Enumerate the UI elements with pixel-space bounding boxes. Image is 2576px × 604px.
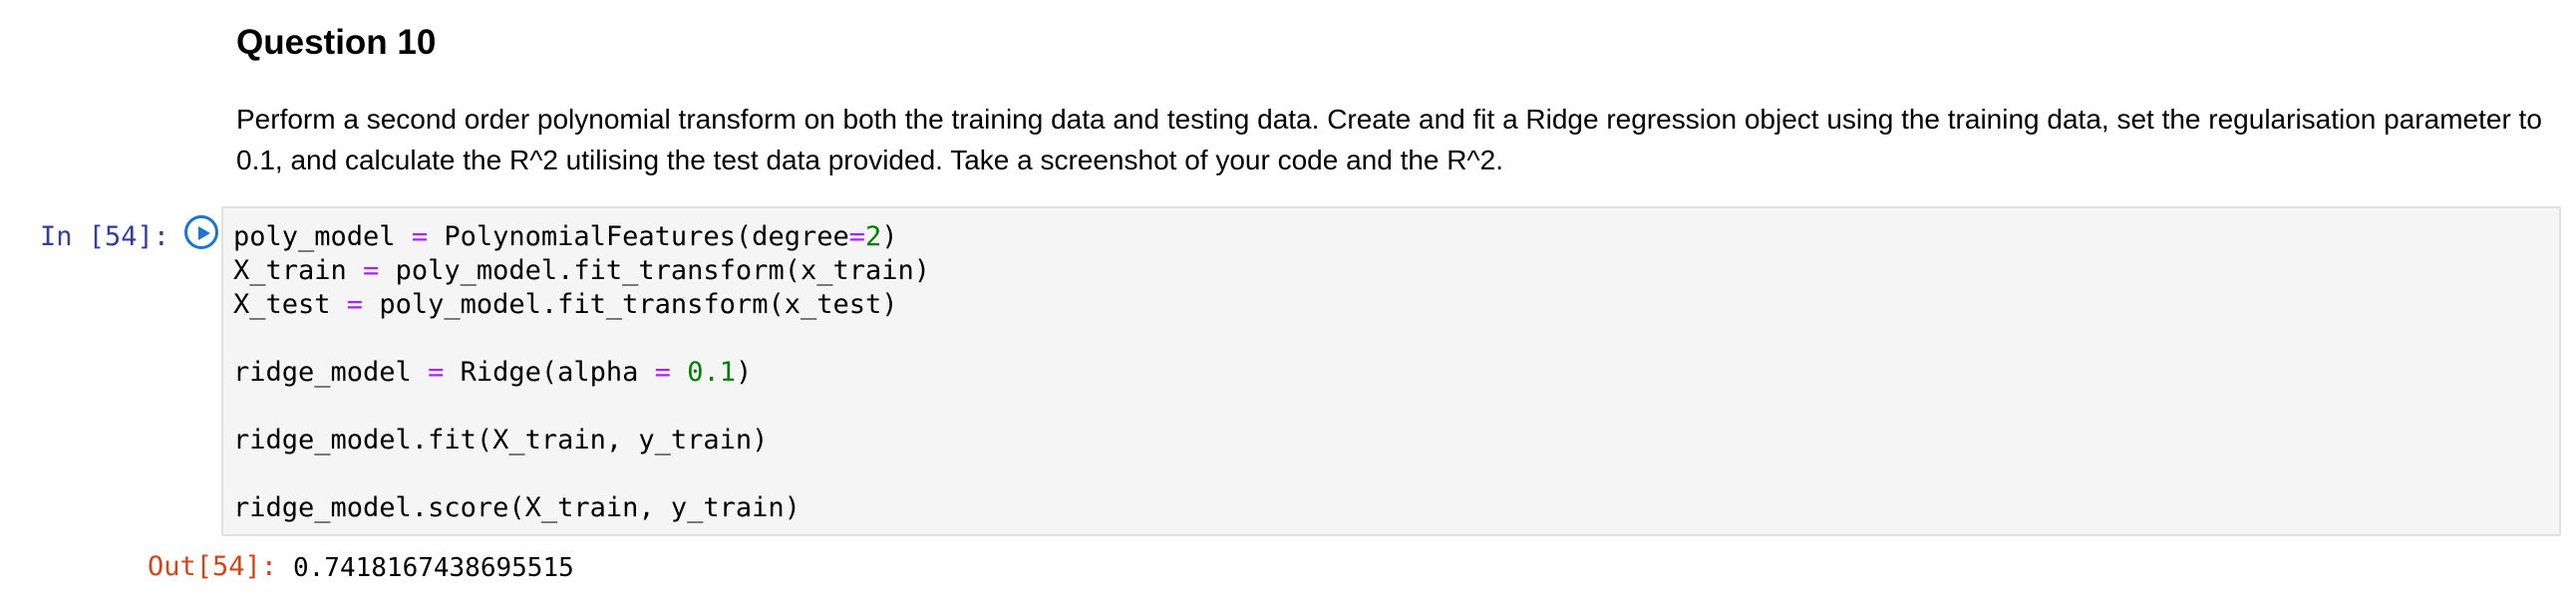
output-prompt: Out[54]: <box>148 551 278 582</box>
code-line-2: X_train = poly_model.fit_transform(x_tra… <box>233 255 930 286</box>
input-prompt: In [54]: <box>40 221 170 252</box>
play-icon <box>198 226 210 240</box>
markdown-cell: Question 10 Perform a second order polyn… <box>236 14 2559 180</box>
question-text: Perform a second order polynomial transf… <box>236 99 2559 180</box>
question-text-line-1: Perform a second order polynomial transf… <box>236 104 2542 135</box>
question-heading: Question 10 <box>236 23 437 62</box>
code-line-3: X_test = poly_model.fit_transform(x_test… <box>233 289 898 320</box>
code-editor[interactable]: poly_model = PolynomialFeatures(degree=2… <box>221 206 2561 536</box>
code-line-7: ridge_model.fit(X_train, y_train) <box>233 425 769 455</box>
code-line-1: poly_model = PolynomialFeatures(degree=2… <box>233 221 898 252</box>
code-line-9: ridge_model.score(X_train, y_train) <box>233 492 801 523</box>
output-value: 0.7418167438695515 <box>293 553 574 583</box>
question-text-line-2: 0.1, and calculate the R^2 utilising the… <box>236 145 1503 175</box>
run-cell-button[interactable] <box>184 215 218 249</box>
code-line-5: ridge_model = Ridge(alpha = 0.1) <box>233 357 753 388</box>
